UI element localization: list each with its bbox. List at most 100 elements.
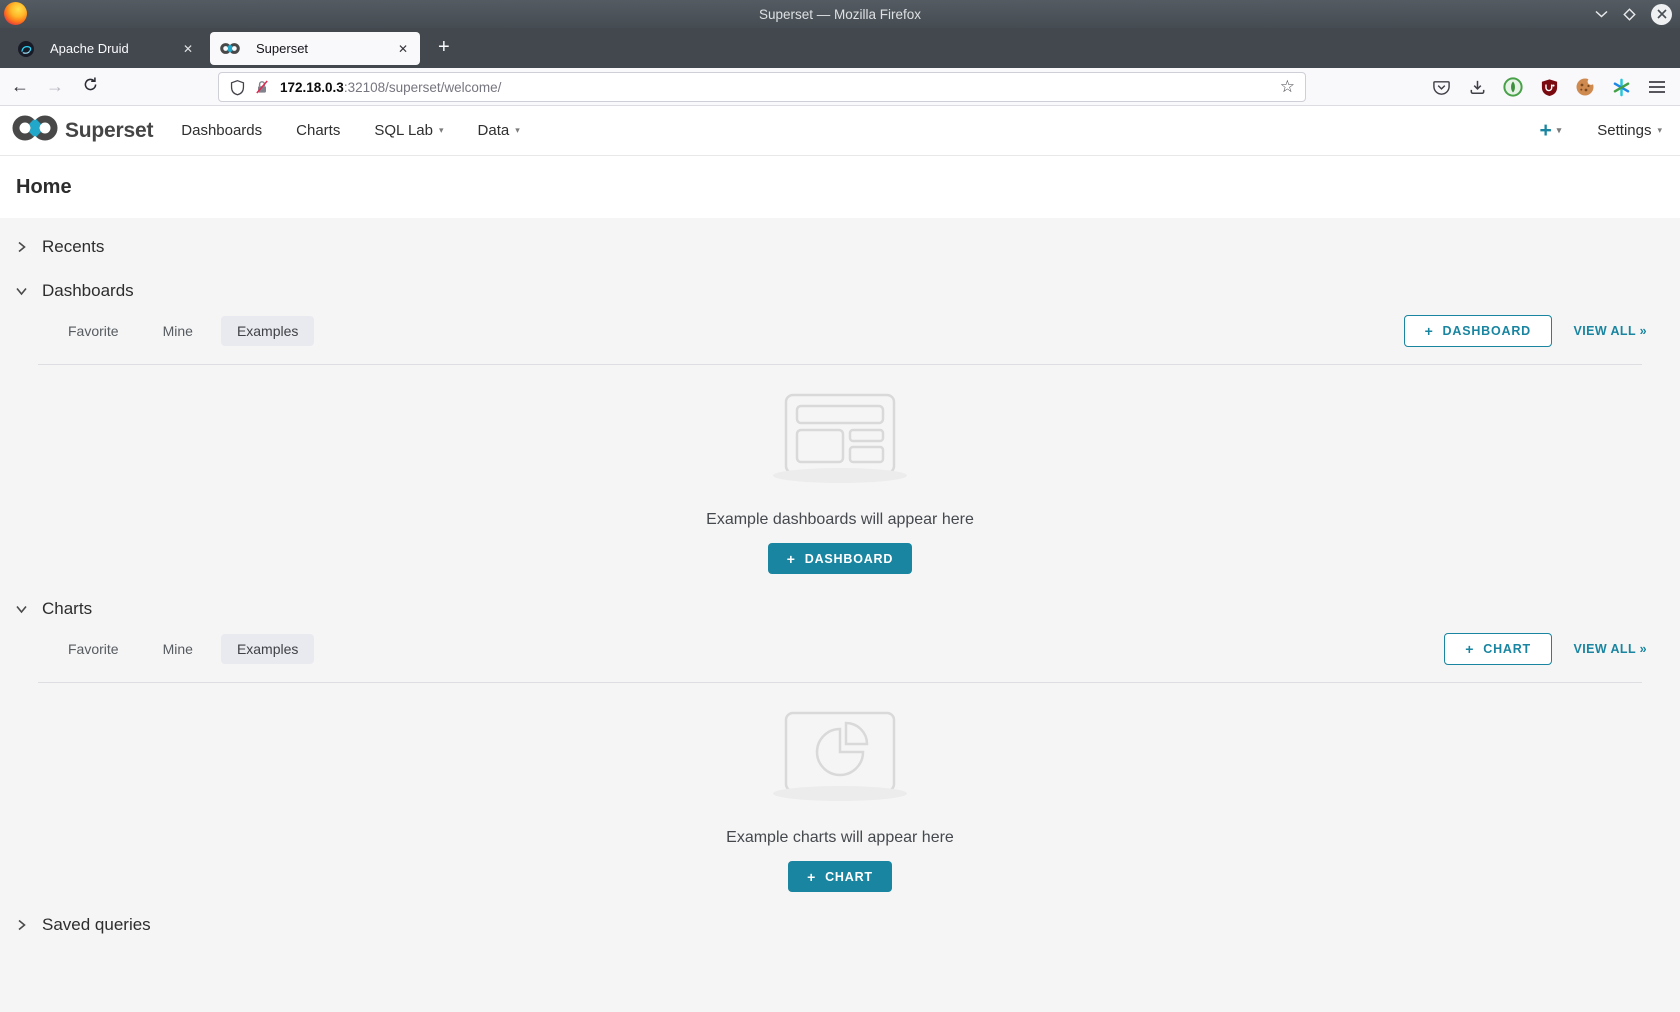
- tab-mine[interactable]: Mine: [147, 634, 209, 664]
- plus-icon: +: [807, 869, 816, 885]
- tab-favorite[interactable]: Favorite: [52, 316, 135, 346]
- button-label: CHART: [1483, 642, 1531, 656]
- new-tab-button[interactable]: +: [432, 36, 456, 59]
- forward-button: →: [40, 76, 70, 97]
- shield-permissions-icon[interactable]: [229, 79, 246, 96]
- insecure-lock-icon[interactable]: [254, 79, 270, 95]
- back-button[interactable]: ←: [5, 76, 35, 97]
- maximize-icon[interactable]: [1623, 8, 1636, 21]
- browser-tab-superset[interactable]: Superset ✕: [210, 32, 420, 65]
- chevron-down-icon[interactable]: [16, 602, 27, 616]
- pocket-icon[interactable]: [1430, 78, 1452, 97]
- placeholder-shadow: [773, 468, 907, 483]
- plus-icon: +: [787, 551, 796, 567]
- url-path: :32108/superset/welcome/: [344, 80, 502, 95]
- tab-mine[interactable]: Mine: [147, 316, 209, 346]
- menu-item-data[interactable]: Data ▾: [478, 122, 520, 139]
- navbar-right: + ▾ Settings ▾: [1539, 119, 1662, 143]
- superset-favicon-icon: [220, 42, 240, 55]
- app-menu: Dashboards Charts SQL Lab ▾ Data ▾: [181, 122, 519, 139]
- chevron-down-icon[interactable]: [16, 284, 27, 298]
- tab-close-icon[interactable]: ✕: [392, 40, 414, 58]
- view-all-charts-link[interactable]: VIEW ALL »: [1574, 642, 1647, 656]
- create-dashboard-button[interactable]: + DASHBOARD: [768, 543, 912, 574]
- brand-name: Superset: [65, 119, 153, 143]
- url-host: 172.18.0.3: [280, 80, 344, 95]
- plus-icon: +: [1425, 323, 1434, 339]
- new-dashboard-button[interactable]: + DASHBOARD: [1404, 315, 1552, 347]
- reload-icon[interactable]: [75, 76, 105, 98]
- chevron-right-icon[interactable]: [16, 918, 27, 932]
- create-chart-button[interactable]: + CHART: [788, 861, 892, 892]
- chevron-right-icon[interactable]: [16, 240, 27, 254]
- section-recents[interactable]: Recents: [0, 228, 1680, 266]
- superset-brand[interactable]: Superset: [12, 114, 153, 147]
- download-icon[interactable]: [1466, 78, 1488, 97]
- window-titlebar: Superset — Mozilla Firefox: [0, 0, 1680, 28]
- view-all-dashboards-link[interactable]: VIEW ALL »: [1574, 324, 1647, 338]
- extension-green-icon[interactable]: [1502, 77, 1524, 97]
- asterisk-extension-icon[interactable]: [1610, 78, 1632, 97]
- dashboards-panel: Favorite Mine Examples + DASHBOARD VIEW …: [0, 314, 1680, 574]
- browser-toolbar: ← → 172.18.0.3:32108/superset/welc: [0, 68, 1680, 106]
- minimize-icon[interactable]: [1595, 10, 1608, 18]
- plus-icon: +: [1539, 119, 1551, 143]
- tab-close-icon[interactable]: ✕: [177, 40, 199, 58]
- menu-label: SQL Lab: [374, 122, 433, 139]
- url-bar[interactable]: 172.18.0.3:32108/superset/welcome/ ☆: [218, 72, 1306, 102]
- button-label: CHART: [825, 870, 873, 884]
- page-title: Home: [16, 176, 72, 199]
- caret-down-icon: ▾: [1657, 125, 1662, 136]
- caret-down-icon: ▾: [439, 125, 444, 136]
- section-charts[interactable]: Charts: [0, 590, 1680, 628]
- menu-item-sql-lab[interactable]: SQL Lab ▾: [374, 122, 443, 139]
- window-title: Superset — Mozilla Firefox: [759, 7, 921, 22]
- superset-logo-icon: [12, 114, 58, 147]
- section-title: Recents: [42, 237, 104, 257]
- tab-examples[interactable]: Examples: [221, 316, 314, 346]
- browser-tab-bar: Apache Druid ✕ Superset ✕ +: [0, 28, 1680, 68]
- section-dashboards[interactable]: Dashboards: [0, 272, 1680, 310]
- tab-favorite[interactable]: Favorite: [52, 634, 135, 664]
- chart-placeholder-icon: [784, 711, 896, 798]
- section-title: Charts: [42, 599, 92, 619]
- tab-title: Superset: [256, 41, 392, 56]
- menu-label: Data: [478, 122, 510, 139]
- plus-icon: +: [1465, 641, 1474, 657]
- toolbar-extension-icons: [1430, 68, 1668, 106]
- tab-examples[interactable]: Examples: [221, 634, 314, 664]
- button-label: DASHBOARD: [805, 552, 893, 566]
- tab-title: Apache Druid: [50, 41, 177, 56]
- url-text[interactable]: 172.18.0.3:32108/superset/welcome/: [280, 80, 501, 95]
- dashboards-empty-state: Example dashboards will appear here + DA…: [0, 365, 1680, 574]
- page-header: Home: [0, 156, 1680, 218]
- superset-navbar: Superset Dashboards Charts SQL Lab ▾ Dat…: [0, 106, 1680, 156]
- home-content: Recents Dashboards Favorite Mine Example…: [0, 228, 1680, 960]
- menu-item-dashboards[interactable]: Dashboards: [181, 122, 262, 139]
- caret-down-icon: ▾: [515, 125, 520, 136]
- dashboard-placeholder-icon: [784, 393, 896, 480]
- bookmark-star-icon[interactable]: ☆: [1280, 77, 1295, 97]
- window-controls: [1595, 0, 1672, 28]
- menu-label: Dashboards: [181, 122, 262, 139]
- section-title: Dashboards: [42, 281, 134, 301]
- section-saved-queries[interactable]: Saved queries: [0, 906, 1680, 944]
- hamburger-menu-icon[interactable]: [1646, 80, 1668, 94]
- browser-tab-apache-druid[interactable]: Apache Druid ✕: [8, 32, 205, 65]
- charts-panel: Favorite Mine Examples + CHART VIEW ALL …: [0, 632, 1680, 892]
- new-item-plus-button[interactable]: + ▾: [1539, 119, 1561, 143]
- settings-menu[interactable]: Settings ▾: [1597, 122, 1662, 139]
- menu-label: Charts: [296, 122, 340, 139]
- cookie-extension-icon[interactable]: [1574, 77, 1596, 97]
- close-window-icon[interactable]: [1651, 4, 1672, 25]
- druid-favicon-icon: [18, 41, 34, 57]
- ublock-origin-icon[interactable]: [1538, 78, 1560, 97]
- button-label: DASHBOARD: [1443, 324, 1531, 338]
- caret-down-icon: ▾: [1557, 125, 1562, 136]
- empty-state-text: Example charts will appear here: [726, 829, 954, 847]
- charts-empty-state: Example charts will appear here + CHART: [0, 683, 1680, 892]
- new-chart-button[interactable]: + CHART: [1444, 633, 1552, 665]
- section-title: Saved queries: [42, 915, 151, 935]
- firefox-logo-icon: [4, 2, 27, 25]
- menu-item-charts[interactable]: Charts: [296, 122, 340, 139]
